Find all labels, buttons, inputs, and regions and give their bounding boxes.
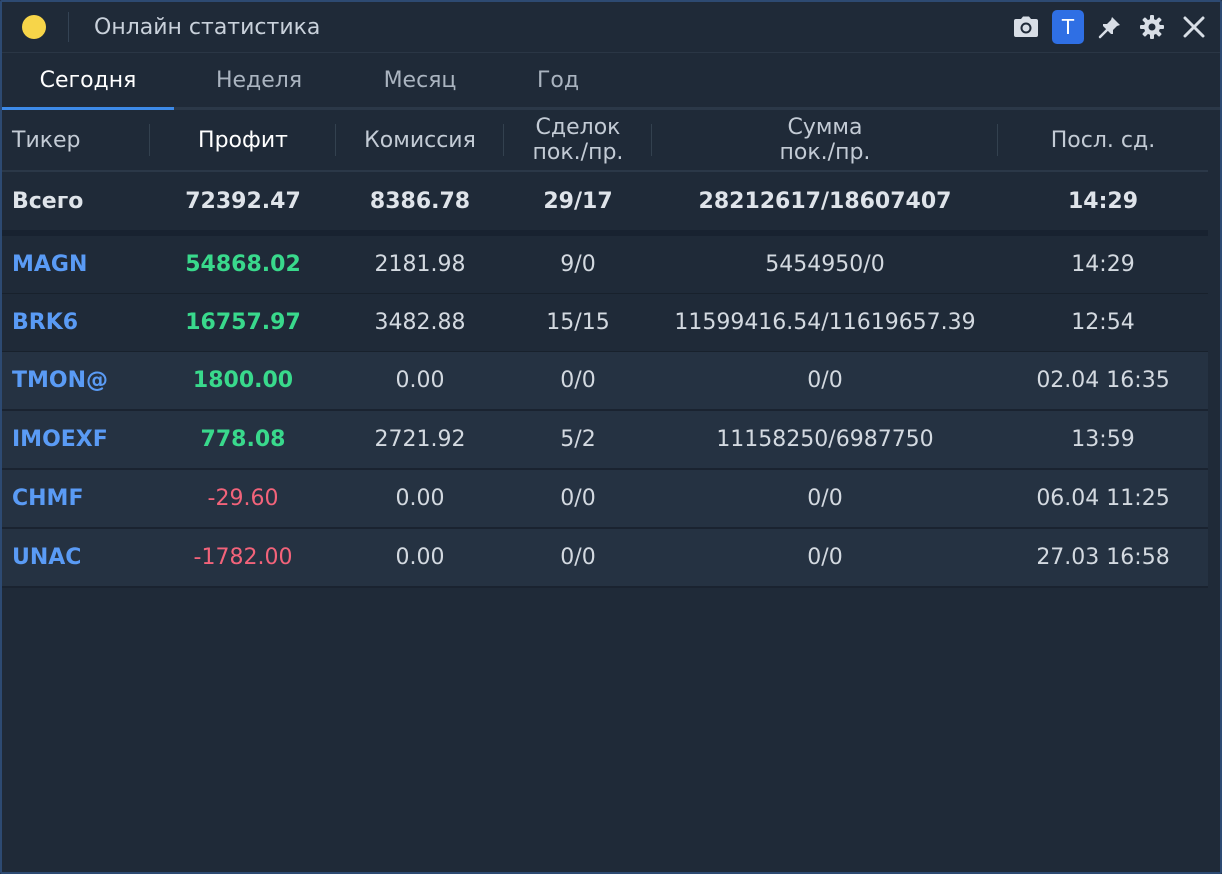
last-trade-cell: 13:59 [1071, 427, 1135, 452]
title-bar: Онлайн статистика T [2, 2, 1220, 53]
profit-cell: -1782.00 [193, 545, 293, 570]
sum-cell: 11599416.54/11619657.39 [674, 310, 976, 335]
sum-cell: 0/0 [807, 545, 843, 570]
total-commission: 8386.78 [369, 188, 471, 214]
deals-cell: 9/0 [560, 252, 596, 277]
table-row[interactable]: IMOEXF 778.08 2721.92 5/2 11158250/69877… [2, 411, 1208, 470]
stats-table: Тикер Профит Комиссия Сделок пок./пр. Су… [2, 110, 1208, 588]
profit-cell: 54868.02 [185, 252, 301, 277]
window-title: Онлайн статистика [94, 14, 321, 40]
header-ticker[interactable]: Тикер [2, 110, 150, 170]
header-deals-line2: пок./пр. [532, 140, 624, 165]
tab-year[interactable]: Год [496, 53, 620, 107]
ticker-cell: MAGN [12, 252, 88, 277]
sum-cell: 11158250/6987750 [716, 427, 934, 452]
ticker-cell: IMOEXF [12, 427, 108, 452]
table-row[interactable]: CHMF -29.60 0.00 0/0 0/0 06.04 11:25 [2, 470, 1208, 529]
header-last-trade[interactable]: Посл. сд. [998, 110, 1208, 170]
deals-cell: 0/0 [560, 368, 596, 393]
last-trade-cell: 27.03 16:58 [1036, 545, 1170, 570]
last-trade-cell: 12:54 [1071, 310, 1135, 335]
tab-today[interactable]: Сегодня [2, 53, 174, 110]
sum-cell: 5454950/0 [765, 252, 885, 277]
status-indicator [22, 15, 46, 39]
sum-cell: 0/0 [807, 486, 843, 511]
table-row[interactable]: UNAC -1782.00 0.00 0/0 0/0 27.03 16:58 [2, 529, 1208, 588]
header-sum-line2: пок./пр. [779, 140, 871, 165]
commission-cell: 0.00 [395, 368, 445, 393]
commission-cell: 0.00 [395, 545, 445, 570]
header-deals[interactable]: Сделок пок./пр. [504, 110, 652, 170]
total-row: Всего 72392.47 8386.78 29/17 28212617/18… [2, 172, 1208, 236]
total-label: Всего [12, 188, 84, 214]
deals-cell: 0/0 [560, 545, 596, 570]
title-separator [68, 12, 69, 42]
terminal-button[interactable]: T [1052, 10, 1084, 44]
total-last: 14:29 [1067, 188, 1139, 214]
deals-cell: 5/2 [560, 427, 596, 452]
header-sum[interactable]: Сумма пок./пр. [652, 110, 998, 170]
deals-cell: 15/15 [546, 310, 610, 335]
table-row[interactable]: BRK6 16757.97 3482.88 15/15 11599416.54/… [2, 294, 1208, 352]
title-actions: T [1010, 10, 1210, 44]
last-trade-cell: 06.04 11:25 [1036, 486, 1170, 511]
stats-window: Онлайн статистика T Сегодня Неделя Месяц… [0, 0, 1222, 874]
camera-icon[interactable] [1010, 11, 1042, 43]
profit-cell: -29.60 [207, 486, 279, 511]
sum-cell: 0/0 [807, 368, 843, 393]
commission-cell: 2181.98 [374, 252, 466, 277]
close-icon[interactable] [1178, 11, 1210, 43]
commission-cell: 2721.92 [374, 427, 466, 452]
tab-week[interactable]: Неделя [174, 53, 344, 107]
last-trade-cell: 14:29 [1071, 252, 1135, 277]
header-ticker-label: Тикер [12, 127, 81, 153]
ticker-cell: UNAC [12, 545, 82, 570]
ticker-cell: TMON@ [12, 368, 109, 393]
header-commission[interactable]: Комиссия [336, 110, 504, 170]
header-profit-label: Профит [198, 127, 288, 153]
pin-icon[interactable] [1094, 11, 1126, 43]
last-trade-cell: 02.04 16:35 [1036, 368, 1170, 393]
header-deals-line1: Сделок [535, 115, 621, 140]
table-row[interactable]: MAGN 54868.02 2181.98 9/0 5454950/0 14:2… [2, 236, 1208, 294]
profit-cell: 1800.00 [192, 368, 294, 393]
deals-cell: 0/0 [560, 486, 596, 511]
total-deals: 29/17 [543, 188, 613, 214]
header-sum-line1: Сумма [787, 115, 863, 140]
tab-month[interactable]: Месяц [344, 53, 496, 107]
table-row[interactable]: TMON@ 1800.00 0.00 0/0 0/0 02.04 16:35 [2, 352, 1208, 411]
period-tabs: Сегодня Неделя Месяц Год [2, 53, 1220, 110]
total-profit: 72392.47 [185, 188, 301, 214]
profit-cell: 778.08 [200, 427, 286, 452]
total-sum: 28212617/18607407 [698, 188, 952, 214]
ticker-cell: CHMF [12, 486, 84, 511]
profit-cell: 16757.97 [185, 310, 301, 335]
header-commission-label: Комиссия [364, 127, 476, 153]
header-last-label: Посл. сд. [1050, 127, 1156, 153]
header-profit[interactable]: Профит [150, 110, 336, 170]
commission-cell: 3482.88 [374, 310, 466, 335]
ticker-cell: BRK6 [12, 310, 79, 335]
table-header: Тикер Профит Комиссия Сделок пок./пр. Су… [2, 110, 1208, 172]
commission-cell: 0.00 [395, 486, 445, 511]
gear-icon[interactable] [1136, 11, 1168, 43]
